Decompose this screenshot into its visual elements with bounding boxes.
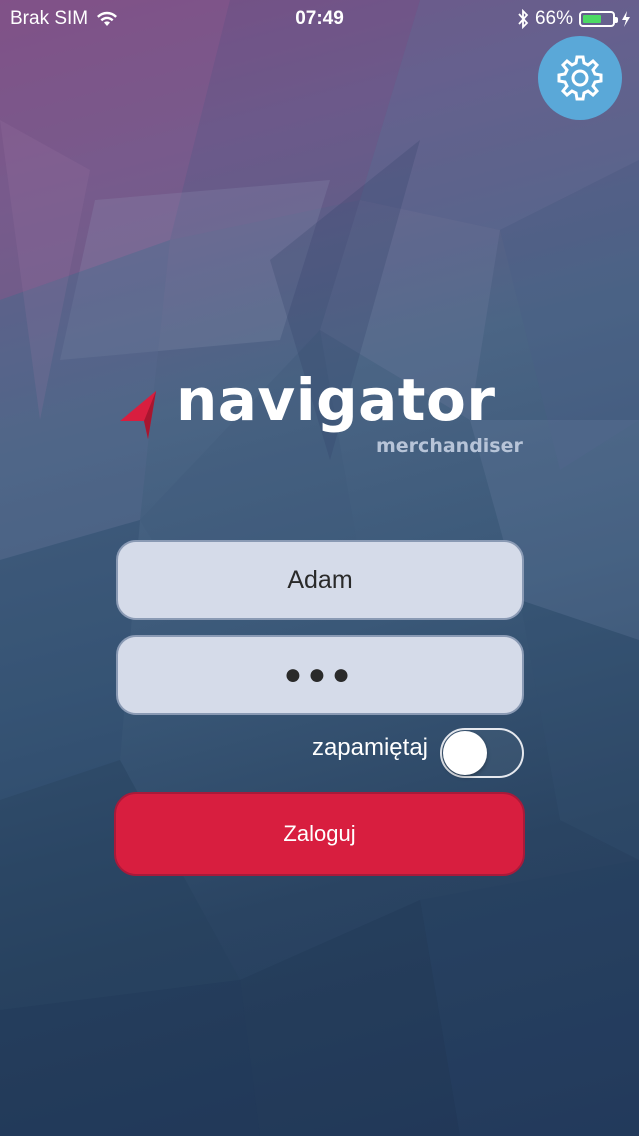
battery-cap <box>615 17 618 23</box>
status-bar: Brak SIM 07:49 66% <box>0 0 639 38</box>
gear-icon <box>557 55 603 101</box>
remember-row: zapamiętaj <box>116 728 524 780</box>
settings-button[interactable] <box>538 36 622 120</box>
login-screen: Brak SIM 07:49 66% navigator merchandise… <box>0 0 639 1136</box>
toggle-knob <box>443 731 487 775</box>
logo-wordmark: navigator <box>176 366 496 434</box>
password-input[interactable] <box>116 635 524 715</box>
login-button[interactable]: Zaloguj <box>114 792 525 876</box>
logo-subtitle: merchandiser <box>376 435 523 457</box>
battery-icon <box>579 11 618 27</box>
remember-toggle[interactable] <box>440 728 524 778</box>
logo-arrow-icon <box>120 391 156 439</box>
battery-percent: 66% <box>534 8 573 29</box>
charging-icon <box>622 11 630 27</box>
app-logo: navigator merchandiser <box>118 371 528 465</box>
battery-level <box>583 15 601 23</box>
username-input[interactable] <box>116 540 524 620</box>
bluetooth-icon <box>518 9 529 29</box>
status-right: 66% <box>517 8 631 30</box>
remember-label: zapamiętaj <box>311 734 428 761</box>
